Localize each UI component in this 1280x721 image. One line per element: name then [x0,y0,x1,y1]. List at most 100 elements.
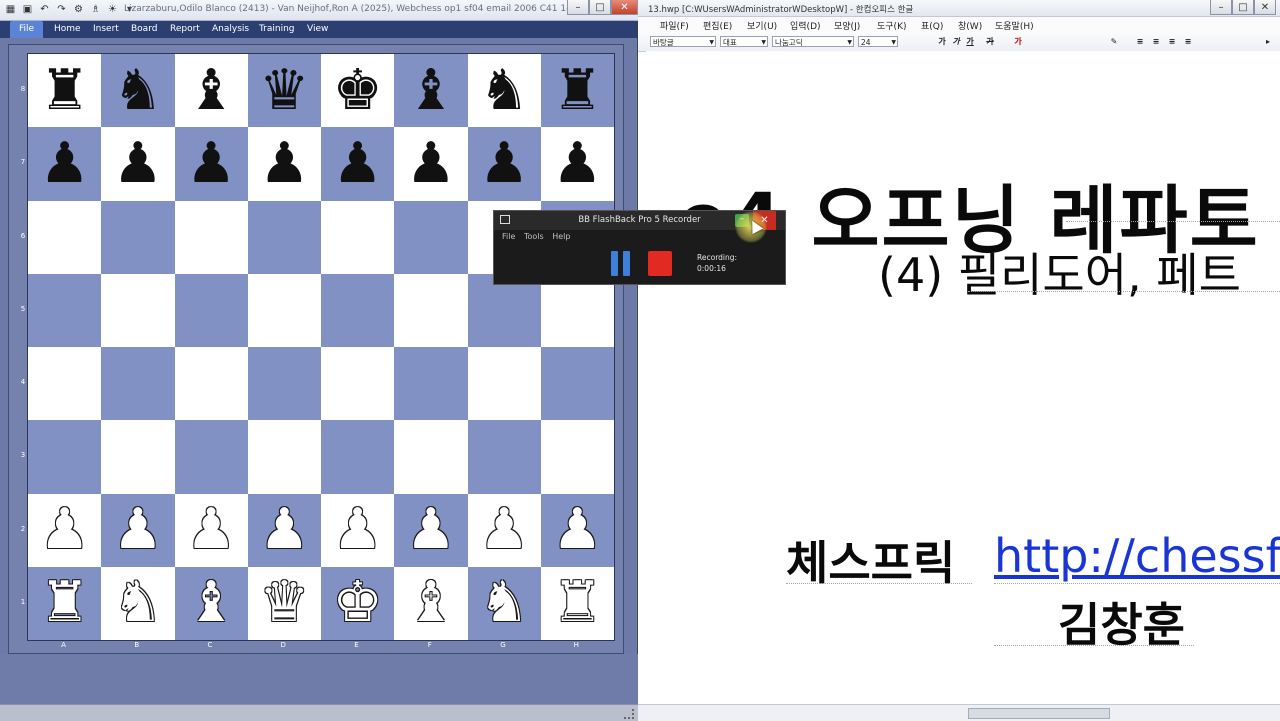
italic-button[interactable]: 가 [950,36,962,48]
square-g8[interactable]: ♞ [467,54,541,128]
square-c5[interactable] [174,273,248,347]
tab-training[interactable]: Training [259,24,295,34]
square-e1[interactable]: ♚ [321,566,395,640]
redo-icon[interactable]: ↷ [55,3,68,16]
square-c3[interactable] [174,420,248,494]
black-pawn-icon[interactable]: ♟ [259,135,309,192]
square-e6[interactable] [321,200,395,274]
square-a8[interactable]: ♜ [28,54,102,128]
square-a7[interactable]: ♟ [28,127,102,201]
square-c4[interactable] [174,347,248,421]
white-pawn-icon[interactable]: ♟ [333,502,383,558]
square-a5[interactable] [28,273,102,347]
justify-icon[interactable]: ≡ [1182,36,1194,48]
close-button[interactable]: ✕ [611,0,638,15]
language-select[interactable]: 대표 ▼ [720,36,768,47]
menu-edit[interactable]: 편집(E) [703,19,732,32]
square-b1[interactable]: ♞ [101,566,175,640]
white-rook-icon[interactable]: ♜ [552,575,602,631]
square-g2[interactable]: ♟ [467,493,541,567]
black-bishop-icon[interactable]: ♝ [186,62,236,119]
square-h1[interactable]: ♜ [540,566,614,640]
maximize-button[interactable]: □ [1232,0,1254,15]
white-pawn-icon[interactable]: ♟ [552,502,602,558]
square-f5[interactable] [394,273,468,347]
black-bishop-icon[interactable]: ♝ [406,62,456,119]
align-center-icon[interactable]: ≡ [1150,36,1162,48]
menu-format[interactable]: 모양(J) [834,19,860,32]
black-knight-icon[interactable]: ♞ [113,62,163,119]
highlight-icon[interactable]: ✎ [1108,36,1120,48]
square-a1[interactable]: ♜ [28,566,102,640]
square-g3[interactable] [467,420,541,494]
square-c6[interactable] [174,200,248,274]
menu-file[interactable]: File [502,232,515,241]
white-pawn-icon[interactable]: ♟ [186,502,236,558]
square-d7[interactable]: ♟ [247,127,321,201]
menu-table[interactable]: 표(Q) [921,19,943,32]
menu-tools[interactable]: Tools [524,232,544,241]
square-f1[interactable]: ♝ [394,566,468,640]
square-d8[interactable]: ♛ [247,54,321,128]
minimize-button[interactable]: – [1210,0,1232,15]
lightbulb-icon[interactable]: ☀ [106,3,119,16]
square-a4[interactable] [28,347,102,421]
square-c8[interactable]: ♝ [174,54,248,128]
doc-site-link[interactable]: http://chessf [994,529,1280,583]
tab-file[interactable]: File [10,21,44,38]
square-d2[interactable]: ♟ [247,493,321,567]
square-f4[interactable] [394,347,468,421]
menu-help[interactable]: 도움말(H) [995,19,1034,32]
maximize-button[interactable]: □ [589,0,611,15]
save-icon[interactable]: ▣ [21,3,34,16]
style-select[interactable]: 바탕글 ▼ [650,36,716,47]
black-rook-icon[interactable]: ♜ [552,62,602,119]
square-f2[interactable]: ♟ [394,493,468,567]
black-pawn-icon[interactable]: ♟ [479,135,529,192]
chess-board[interactable]: ♜ ♞ ♝ ♛ ♚ ♝ ♞ ♜ ♟ ♟ ♟ ♟ ♟ ♟ ♟ ♟ ♟ ♟ ♟ ♟ ♟ ♟ ♟ ♟ ♜ ♞ ♝ ♛ ♚ ♝ ♞ ♜ [27,53,615,641]
board-icon[interactable]: ▦ [4,3,17,16]
align-right-icon[interactable]: ≡ [1166,36,1178,48]
tab-home[interactable]: Home [54,24,81,34]
square-f7[interactable]: ♟ [394,127,468,201]
black-pawn-icon[interactable]: ♟ [186,135,236,192]
square-d1[interactable]: ♛ [247,566,321,640]
square-h3[interactable] [540,420,614,494]
menu-help[interactable]: Help [552,232,570,241]
toolbar-overflow-icon[interactable]: ▸ [1262,36,1274,48]
square-b3[interactable] [101,420,175,494]
square-e8[interactable]: ♚ [321,54,395,128]
menu-tools[interactable]: 도구(K) [877,19,907,32]
square-d4[interactable] [247,347,321,421]
black-king-icon[interactable]: ♚ [333,62,383,119]
stop-button[interactable] [648,251,672,276]
square-h8[interactable]: ♜ [540,54,614,128]
square-h4[interactable] [540,347,614,421]
document-page[interactable]: e4 오프닝 레파토 (4) 필리도어, 페트 체스프릭 http://ches… [646,51,1280,704]
square-e7[interactable]: ♟ [321,127,395,201]
white-bishop-icon[interactable]: ♝ [186,575,236,631]
square-b6[interactable] [101,200,175,274]
square-a2[interactable]: ♟ [28,493,102,567]
menu-view[interactable]: 보기(U) [747,19,777,32]
white-pawn-icon[interactable]: ♟ [40,502,90,558]
square-d3[interactable] [247,420,321,494]
square-e5[interactable] [321,273,395,347]
menu-file[interactable]: 파일(F) [660,19,689,32]
tab-analysis[interactable]: Analysis [212,24,249,34]
scrollbar-thumb[interactable] [968,708,1110,719]
black-pawn-icon[interactable]: ♟ [113,135,163,192]
square-b2[interactable]: ♟ [101,493,175,567]
square-c7[interactable]: ♟ [174,127,248,201]
square-d6[interactable] [247,200,321,274]
tab-report[interactable]: Report [170,24,200,34]
engine-icon[interactable]: ⚙ [72,3,85,16]
close-button[interactable]: ✕ [1254,0,1276,15]
square-d5[interactable] [247,273,321,347]
minimize-button[interactable]: – [567,0,589,15]
square-h7[interactable]: ♟ [540,127,614,201]
tab-board[interactable]: Board [131,24,157,34]
white-queen-icon[interactable]: ♛ [259,575,309,631]
black-pawn-icon[interactable]: ♟ [552,135,602,192]
strike-button[interactable]: 가 [984,36,996,48]
